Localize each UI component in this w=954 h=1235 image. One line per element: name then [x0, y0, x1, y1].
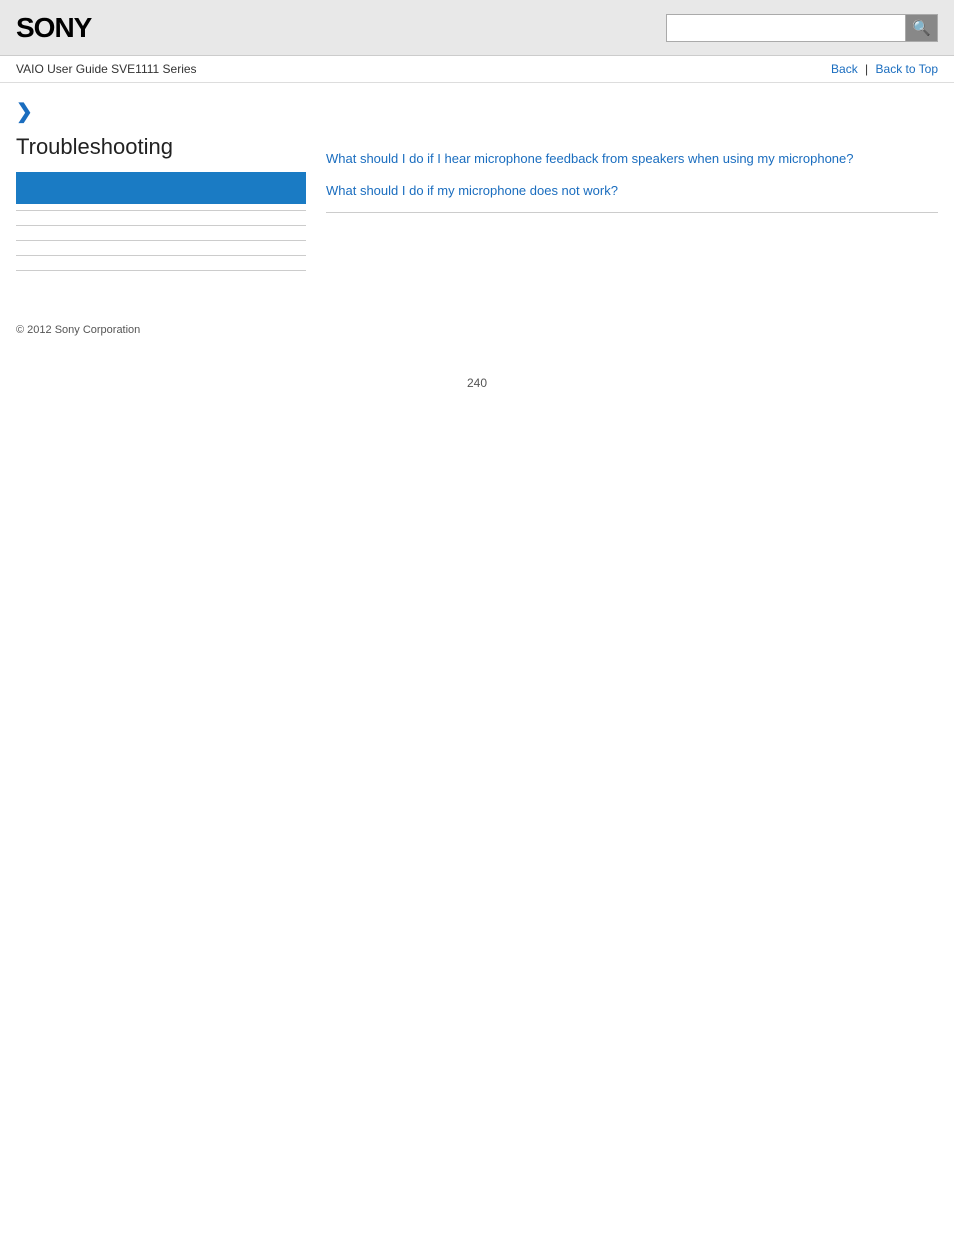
sidebar-heading: Troubleshooting [16, 134, 306, 160]
sidebar-divider-3 [16, 240, 306, 241]
page-header: SONY 🔍 [0, 0, 954, 56]
sidebar-active-item[interactable] [16, 172, 306, 204]
back-to-top-link[interactable]: Back to Top [876, 62, 938, 76]
content-link-2[interactable]: What should I do if my microphone does n… [326, 181, 938, 201]
page-number: 240 [0, 356, 954, 410]
chevron-icon: ❯ [16, 99, 306, 124]
back-link[interactable]: Back [831, 62, 858, 76]
search-button[interactable]: 🔍 [906, 14, 938, 42]
search-icon: 🔍 [912, 19, 931, 37]
sidebar-divider-2 [16, 225, 306, 226]
nav-bar: VAIO User Guide SVE1111 Series Back | Ba… [0, 56, 954, 83]
nav-separator: | [865, 62, 868, 76]
content-area: What should I do if I hear microphone fe… [326, 99, 938, 285]
main-content: ❯ Troubleshooting What should I do if I … [0, 83, 954, 301]
search-input[interactable] [666, 14, 906, 42]
nav-links: Back | Back to Top [831, 62, 938, 76]
content-divider [326, 212, 938, 213]
sidebar: ❯ Troubleshooting [16, 99, 306, 285]
sony-logo: SONY [16, 12, 91, 44]
search-area: 🔍 [666, 14, 938, 42]
footer: © 2012 Sony Corporation [0, 301, 954, 356]
sidebar-divider-4 [16, 255, 306, 256]
sidebar-divider-5 [16, 270, 306, 271]
content-link-1[interactable]: What should I do if I hear microphone fe… [326, 149, 938, 169]
breadcrumb: VAIO User Guide SVE1111 Series [16, 62, 197, 76]
copyright-text: © 2012 Sony Corporation [16, 324, 140, 336]
sidebar-divider-1 [16, 210, 306, 211]
